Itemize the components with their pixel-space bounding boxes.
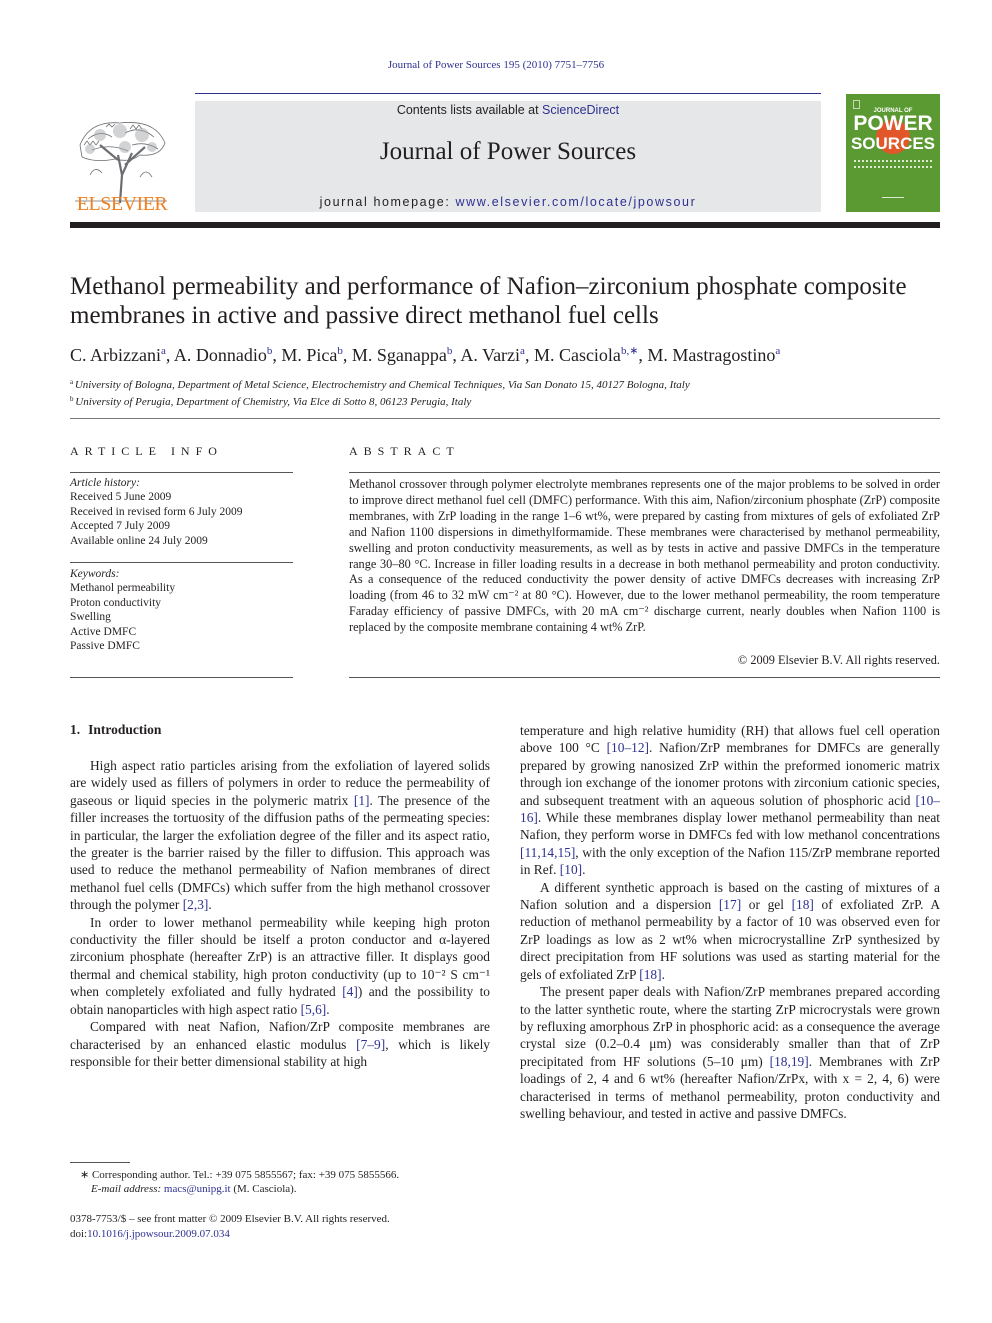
header-thick-rule — [70, 222, 940, 228]
keywords-divider — [70, 562, 293, 563]
history-item: Accepted 7 July 2009 — [70, 520, 170, 533]
body-paragraph: A different synthetic approach is based … — [520, 879, 940, 982]
author-list: C. Arbizzania, A. Donnadiob, M. Picab, M… — [70, 345, 781, 365]
front-matter-issn: 0378-7753/$ – see front matter © 2009 El… — [70, 1213, 390, 1225]
affiliation-marker-link[interactable]: b,∗ — [621, 345, 638, 357]
keywords-label: Keywords: — [70, 568, 120, 580]
homepage-prefix: journal homepage: — [319, 195, 456, 209]
article-info-bottom-divider — [70, 677, 293, 678]
keyword-item: Passive DMFC — [70, 640, 140, 653]
body-paragraph: Compared with neat Nafion, Nafion/ZrP co… — [70, 1019, 491, 1069]
footnotes: ∗ Corresponding author. Tel.: +39 075 58… — [80, 1168, 500, 1196]
author-name: M. Pica — [281, 345, 338, 365]
article-history-label: Article history: — [70, 477, 140, 489]
doi-line: doi:10.1016/j.jpowsour.2009.07.034 — [70, 1227, 500, 1242]
email-label: E-mail address: — [91, 1183, 164, 1196]
citation-link[interactable]: [1] — [354, 793, 370, 808]
citation-link[interactable]: [17] — [719, 897, 741, 912]
sciencedirect-link[interactable]: ScienceDirect — [542, 103, 619, 117]
citation-link[interactable]: [18] — [639, 967, 661, 982]
keywords: Keywords: Methanol permeability Proton c… — [70, 567, 293, 653]
affiliation-marker-link[interactable]: a — [161, 345, 166, 357]
article-info-heading: ARTICLE INFO — [70, 444, 223, 458]
section-heading-introduction: 1. Introduction — [70, 722, 161, 738]
affiliation-item: b University of Perugia, Department of C… — [70, 395, 472, 408]
email-link[interactable]: macs@unipg.it — [164, 1183, 231, 1195]
journal-reference-link[interactable]: Journal of Power Sources 195 (2010) 7751… — [0, 59, 992, 71]
journal-title: Journal of Power Sources — [379, 138, 637, 165]
history-item: Received in revised form 6 July 2009 — [70, 505, 243, 518]
abstract-text: Methanol crossover through polymer elect… — [349, 477, 940, 635]
citation-link[interactable]: [11,14,15] — [520, 845, 575, 860]
abstract-top-divider — [349, 472, 940, 473]
body-column-right: temperature and high relative humidity (… — [520, 722, 940, 1122]
keyword-item: Proton conductivity — [70, 596, 162, 609]
citation-link[interactable]: [5,6] — [301, 1002, 327, 1017]
contents-prefix: Contents lists available at — [396, 103, 543, 117]
body-paragraph: The present paper deals with Nafion/ZrP … — [520, 984, 940, 1121]
article-title: Methanol permeability and performance of… — [70, 273, 907, 329]
front-matter: 0378-7753/$ – see front matter © 2009 El… — [70, 1212, 500, 1242]
author-name: M. Mastragostino — [647, 345, 776, 365]
doi-link[interactable]: 10.1016/j.jpowsour.2009.07.034 — [87, 1228, 230, 1240]
affiliation-list: a University of Bologna, Department of M… — [70, 375, 940, 409]
keyword-item: Methanol permeability — [70, 582, 176, 595]
email-suffix: (M. Casciola). — [230, 1183, 297, 1196]
citation-link[interactable]: [4] — [342, 984, 358, 999]
body-paragraph: In order to lower methanol permeability … — [70, 914, 490, 1017]
affiliation-marker-link[interactable]: a — [775, 345, 780, 357]
citation-link[interactable]: [18] — [792, 897, 814, 912]
journal-homepage-line: journal homepage: www.elsevier.com/locat… — [195, 195, 821, 209]
contents-available-line: Contents lists available at ScienceDirec… — [195, 103, 821, 117]
author-name: M. Sganappa — [351, 345, 447, 365]
article-info-divider — [70, 472, 293, 473]
affiliation-marker: a — [70, 378, 75, 386]
citation-link[interactable]: [7–9] — [356, 1037, 385, 1052]
affiliation-marker-link[interactable]: b — [337, 345, 343, 357]
body-paragraph: High aspect ratio particles arising from… — [70, 758, 490, 913]
author-name: A. Varzi — [460, 345, 521, 365]
cover-title-line3: SOURCES — [850, 134, 936, 153]
history-item: Received 5 June 2009 — [70, 491, 172, 504]
affiliation-divider — [70, 418, 940, 419]
section-title: Introduction — [88, 722, 162, 737]
keyword-item: Active DMFC — [70, 625, 137, 638]
cover-title-line2: POWER — [853, 112, 933, 135]
body-column-left: High aspect ratio particles arising from… — [70, 757, 490, 1070]
doi-prefix: doi: — [70, 1228, 88, 1240]
citation-link[interactable]: [10–16] — [520, 793, 940, 825]
history-item: Available online 24 July 2009 — [70, 534, 208, 547]
article-history: Article history: Received 5 June 2009 Re… — [70, 476, 293, 548]
keyword-item: Swelling — [70, 611, 111, 624]
citation-link[interactable]: [10–12] — [607, 740, 649, 755]
affiliation-item: a University of Bologna, Department of M… — [70, 378, 690, 391]
affiliation-marker-link[interactable]: a — [520, 345, 525, 357]
footnote-divider — [70, 1162, 130, 1163]
author-name: M. Casciola — [533, 345, 621, 365]
header-top-rule — [195, 93, 821, 94]
cover-logo-icon — [882, 192, 904, 198]
affiliation-marker-link[interactable]: b — [267, 345, 273, 357]
abstract-heading: ABSTRACT — [349, 444, 460, 458]
citation-link[interactable]: [10] — [560, 862, 582, 877]
body-paragraph: temperature and high relative humidity (… — [520, 723, 940, 878]
journal-cover-image: JOURNAL OF POWER SOURCES — [846, 94, 940, 212]
affiliation-marker: b — [70, 395, 76, 403]
elsevier-wordmark: ELSEVIER — [76, 193, 168, 215]
cover-subtitle-text — [854, 160, 932, 168]
abstract-bottom-divider — [349, 677, 940, 678]
email-note: E-mail address: macs@unipg.it (M. Cascio… — [80, 1182, 500, 1196]
citation-link[interactable]: [2,3] — [183, 897, 209, 912]
section-number: 1. — [70, 722, 81, 737]
abstract-copyright: © 2009 Elsevier B.V. All rights reserved… — [737, 653, 940, 667]
author-name: A. Donnadio — [173, 345, 267, 365]
corresponding-author-note: ∗ Corresponding author. Tel.: +39 075 58… — [80, 1169, 400, 1181]
affiliation-marker-link[interactable]: b — [447, 345, 453, 357]
citation-link[interactable]: [18,19] — [770, 1054, 809, 1069]
author-name: C. Arbizzani — [70, 345, 161, 365]
journal-homepage-link[interactable]: www.elsevier.com/locate/jpowsour — [455, 195, 696, 209]
